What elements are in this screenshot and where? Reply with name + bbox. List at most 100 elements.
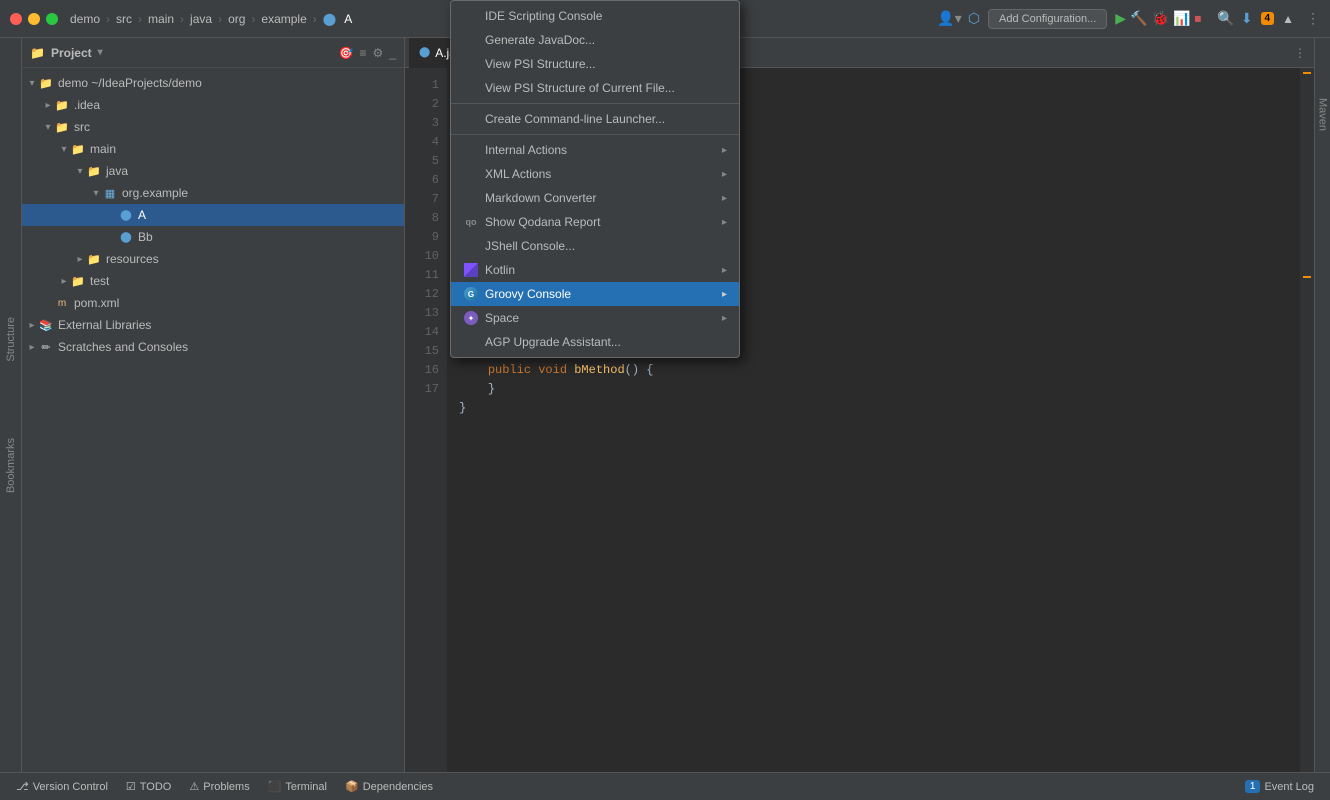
tree-item-A[interactable]: ▸ ⬤ A — [22, 204, 404, 226]
groovy-icon: G — [463, 286, 479, 302]
space-icon: ✦ — [463, 310, 479, 326]
menu-item-groovy[interactable]: G Groovy Console ▸ — [451, 282, 739, 306]
menu-item-label: Generate JavaDoc... — [485, 33, 727, 47]
tree-item-resources[interactable]: ▸ 📁 resources — [22, 248, 404, 270]
tree-item-label: A — [138, 208, 146, 222]
build-icon[interactable]: 🔨 — [1130, 10, 1147, 27]
minimize-icon[interactable]: _ — [389, 46, 396, 60]
submenu-arrow-icon: ▸ — [722, 169, 727, 180]
run-icon[interactable]: ▶ — [1115, 10, 1126, 27]
package-icon: ▦ — [102, 185, 118, 201]
menu-item-qodana[interactable]: qo Show Qodana Report ▸ — [451, 210, 739, 234]
close-button[interactable] — [10, 13, 22, 25]
menu-item-create-launcher[interactable]: Create Command-line Launcher... — [451, 107, 739, 131]
menu-item-internal-actions[interactable]: Internal Actions ▸ — [451, 138, 739, 162]
folder-icon: 📁 — [54, 97, 70, 113]
vcs-icon[interactable]: ⬡ — [968, 10, 980, 27]
main-layout: Structure Bookmarks 📁 Project ▾ 🎯 ≡ ⚙ _ … — [0, 38, 1330, 772]
tree-item-src[interactable]: ▾ 📁 src — [22, 116, 404, 138]
tab-label: Version Control — [33, 781, 108, 793]
menu-item-space[interactable]: ✦ Space ▸ — [451, 306, 739, 330]
tree-item-label: Bb — [138, 230, 153, 244]
tree-item-demo[interactable]: ▾ 📁 demo ~/IdeaProjects/demo — [22, 72, 404, 94]
arrow-icon: ▸ — [106, 210, 118, 221]
menu-item-label: Space — [485, 311, 716, 325]
tree-item-main[interactable]: ▾ 📁 main — [22, 138, 404, 160]
dependencies-tab[interactable]: 📦 Dependencies — [337, 777, 441, 796]
tree-item-Bb[interactable]: ▸ ⬤ Bb — [22, 226, 404, 248]
menu-item-ide-scripting[interactable]: IDE Scripting Console — [451, 4, 739, 28]
profile-icon[interactable]: 📊 — [1173, 10, 1190, 27]
tab-label: TODO — [140, 781, 172, 793]
event-log-tab[interactable]: 1 Event Log — [1237, 777, 1322, 796]
menu-item-agp[interactable]: AGP Upgrade Assistant... — [451, 330, 739, 354]
menu-item-markdown[interactable]: Markdown Converter ▸ — [451, 186, 739, 210]
structure-panel-label[interactable]: Structure — [2, 309, 20, 370]
java-class-icon: ⬤ — [118, 207, 134, 223]
tree-item-idea[interactable]: ▸ 📁 .idea — [22, 94, 404, 116]
tree-item-label: .idea — [74, 98, 100, 112]
menu-item-view-psi-file[interactable]: View PSI Structure of Current File... — [451, 76, 739, 100]
update-icon[interactable]: ⬇ — [1241, 10, 1253, 27]
arrow-icon: ▾ — [42, 122, 54, 133]
stop-icon[interactable]: ⏹ — [1194, 10, 1201, 27]
version-control-tab[interactable]: ⎇ Version Control — [8, 777, 116, 796]
collapse-all-icon[interactable]: ≡ — [360, 46, 367, 60]
tree-item-pom[interactable]: ▸ m pom.xml — [22, 292, 404, 314]
kotlin-icon — [463, 262, 479, 278]
tree-item-test[interactable]: ▸ 📁 test — [22, 270, 404, 292]
tree-item-label: External Libraries — [58, 318, 151, 332]
options-icon[interactable]: ⚙ — [373, 46, 384, 60]
problems-tab[interactable]: ⚠ Problems — [181, 777, 257, 796]
folder-icon: 📁 — [30, 46, 45, 60]
submenu-arrow-icon: ▸ — [722, 145, 727, 156]
tree-item-label: Scratches and Consoles — [58, 340, 188, 354]
tree-item-external-libs[interactable]: ▸ 📚 External Libraries — [22, 314, 404, 336]
maximize-button[interactable] — [46, 13, 58, 25]
tree-item-label: src — [74, 120, 90, 134]
tree-item-java[interactable]: ▾ 📁 java — [22, 160, 404, 182]
tree-item-label: test — [90, 274, 109, 288]
menu-item-label: Create Command-line Launcher... — [485, 112, 727, 126]
add-configuration-button[interactable]: Add Configuration... — [988, 9, 1107, 29]
menu-item-view-psi[interactable]: View PSI Structure... — [451, 52, 739, 76]
user-icon[interactable]: 👤▾ — [937, 10, 961, 27]
right-gutter — [1300, 68, 1314, 772]
menu-item-label: XML Actions — [485, 167, 716, 181]
submenu-arrow-icon: ▸ — [722, 193, 727, 204]
markdown-icon — [463, 190, 479, 206]
sidebar: 📁 Project ▾ 🎯 ≡ ⚙ _ ▾ 📁 demo ~/IdeaProje… — [22, 38, 405, 772]
search-icon[interactable]: 🔍 — [1217, 10, 1234, 27]
tree-item-label: main — [90, 142, 116, 156]
menu-item-label: AGP Upgrade Assistant... — [485, 335, 727, 349]
gutter-warning-mark — [1303, 72, 1311, 74]
expand-icon[interactable]: ▲ — [1282, 12, 1294, 26]
menu-item-jshell[interactable]: JShell Console... — [451, 234, 739, 258]
menu-item-generate-javadoc[interactable]: Generate JavaDoc... — [451, 28, 739, 52]
bookmarks-panel-label[interactable]: Bookmarks — [2, 430, 20, 501]
titlebar-right: 👤▾ ⬡ Add Configuration... ▶ 🔨 🐞 📊 ⏹ 🔍 ⬇ … — [937, 9, 1320, 29]
menu-item-kotlin[interactable]: Kotlin ▸ — [451, 258, 739, 282]
javadoc-icon — [463, 32, 479, 48]
debug-icon[interactable]: 🐞 — [1152, 10, 1169, 27]
todo-tab[interactable]: ☑ TODO — [118, 777, 179, 796]
terminal-tab[interactable]: ⬛ Terminal — [260, 777, 335, 796]
folder-icon: 📁 — [70, 273, 86, 289]
tree-item-org-example[interactable]: ▾ ▦ org.example — [22, 182, 404, 204]
project-folder-icon: 📁 — [38, 75, 54, 91]
split-options-icon[interactable]: ⋮ — [1294, 46, 1306, 60]
more-options-icon[interactable]: ⋮ — [1306, 10, 1320, 27]
minimize-button[interactable] — [28, 13, 40, 25]
context-menu: IDE Scripting Console Generate JavaDoc..… — [450, 0, 740, 358]
tree-item-label: java — [106, 164, 128, 178]
maven-panel-label[interactable]: Maven — [1317, 98, 1329, 131]
sidebar-header: 📁 Project ▾ 🎯 ≡ ⚙ _ — [22, 38, 404, 68]
statusbar-right: 1 Event Log — [1237, 777, 1322, 796]
warning-badge: 4 — [1261, 12, 1275, 25]
menu-item-xml-actions[interactable]: XML Actions ▸ — [451, 162, 739, 186]
run-icons: ▶ 🔨 🐞 📊 ⏹ — [1115, 10, 1201, 27]
locate-icon[interactable]: 🎯 — [339, 46, 354, 60]
chevron-down-icon[interactable]: ▾ — [98, 47, 103, 58]
tree-item-scratches[interactable]: ▸ ✏ Scratches and Consoles — [22, 336, 404, 358]
git-icon: ⎇ — [16, 780, 29, 793]
